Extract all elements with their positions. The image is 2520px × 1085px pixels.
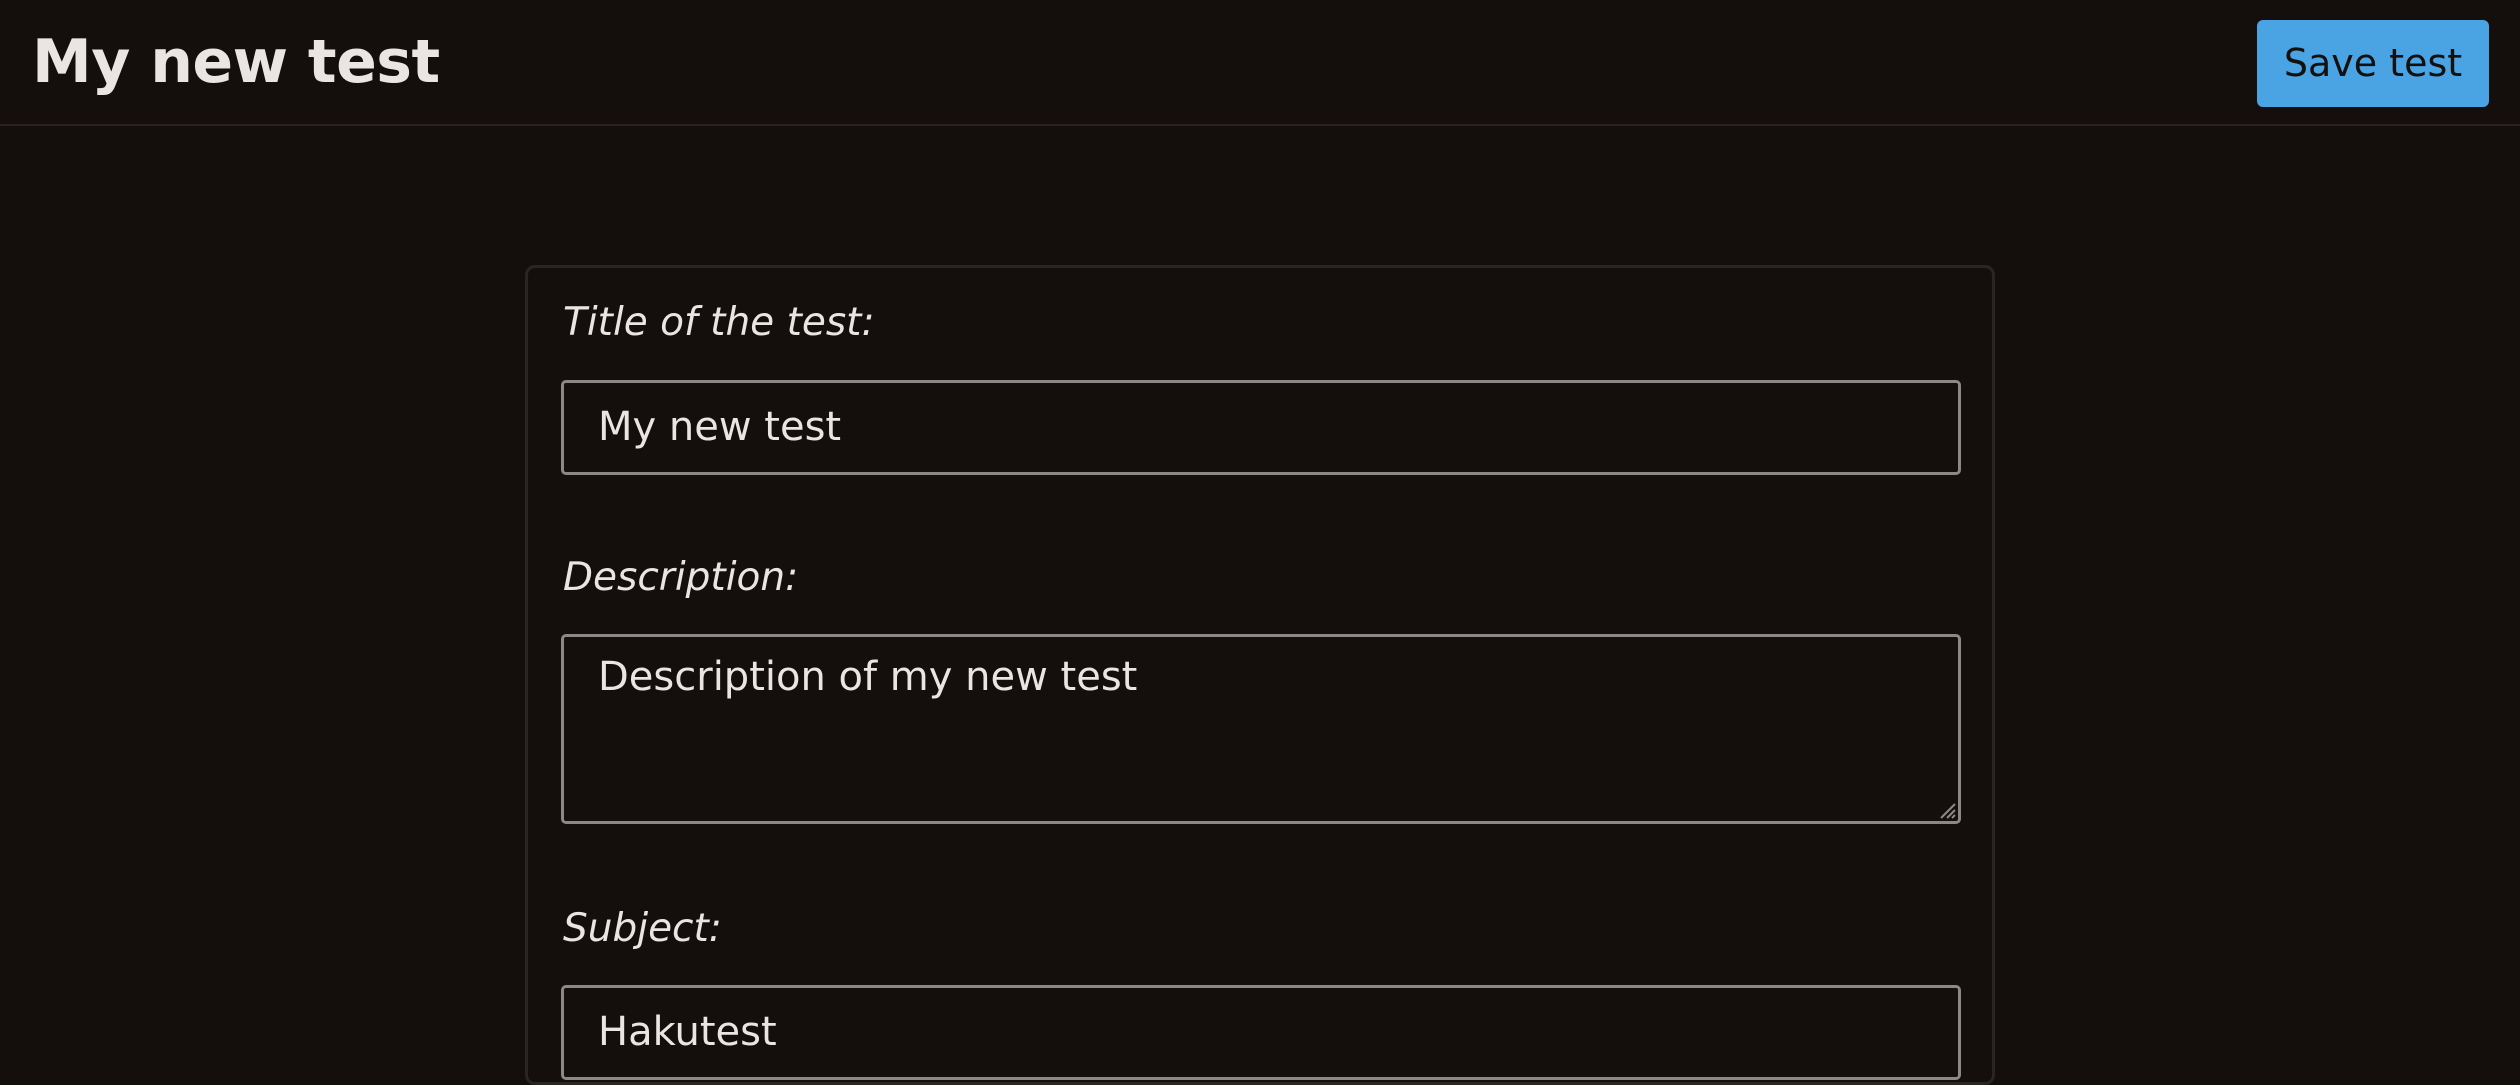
resize-grip-icon[interactable] <box>1936 799 1956 819</box>
title-field-label: Title of the test: <box>563 300 875 345</box>
subject-field-label: Subject: <box>563 906 722 951</box>
test-form-card: Title of the test: My new test Descripti… <box>525 265 1995 1085</box>
description-text: Description of my new test <box>598 654 1138 700</box>
subject-input[interactable]: Hakutest <box>561 985 1961 1080</box>
description-field-label: Description: <box>563 555 799 600</box>
title-input[interactable]: My new test <box>561 380 1961 475</box>
page-title: My new test <box>32 27 440 97</box>
top-bar: My new test Save test <box>0 0 2520 126</box>
description-textarea[interactable]: Description of my new test <box>561 634 1961 824</box>
save-test-button[interactable]: Save test <box>2257 20 2489 107</box>
